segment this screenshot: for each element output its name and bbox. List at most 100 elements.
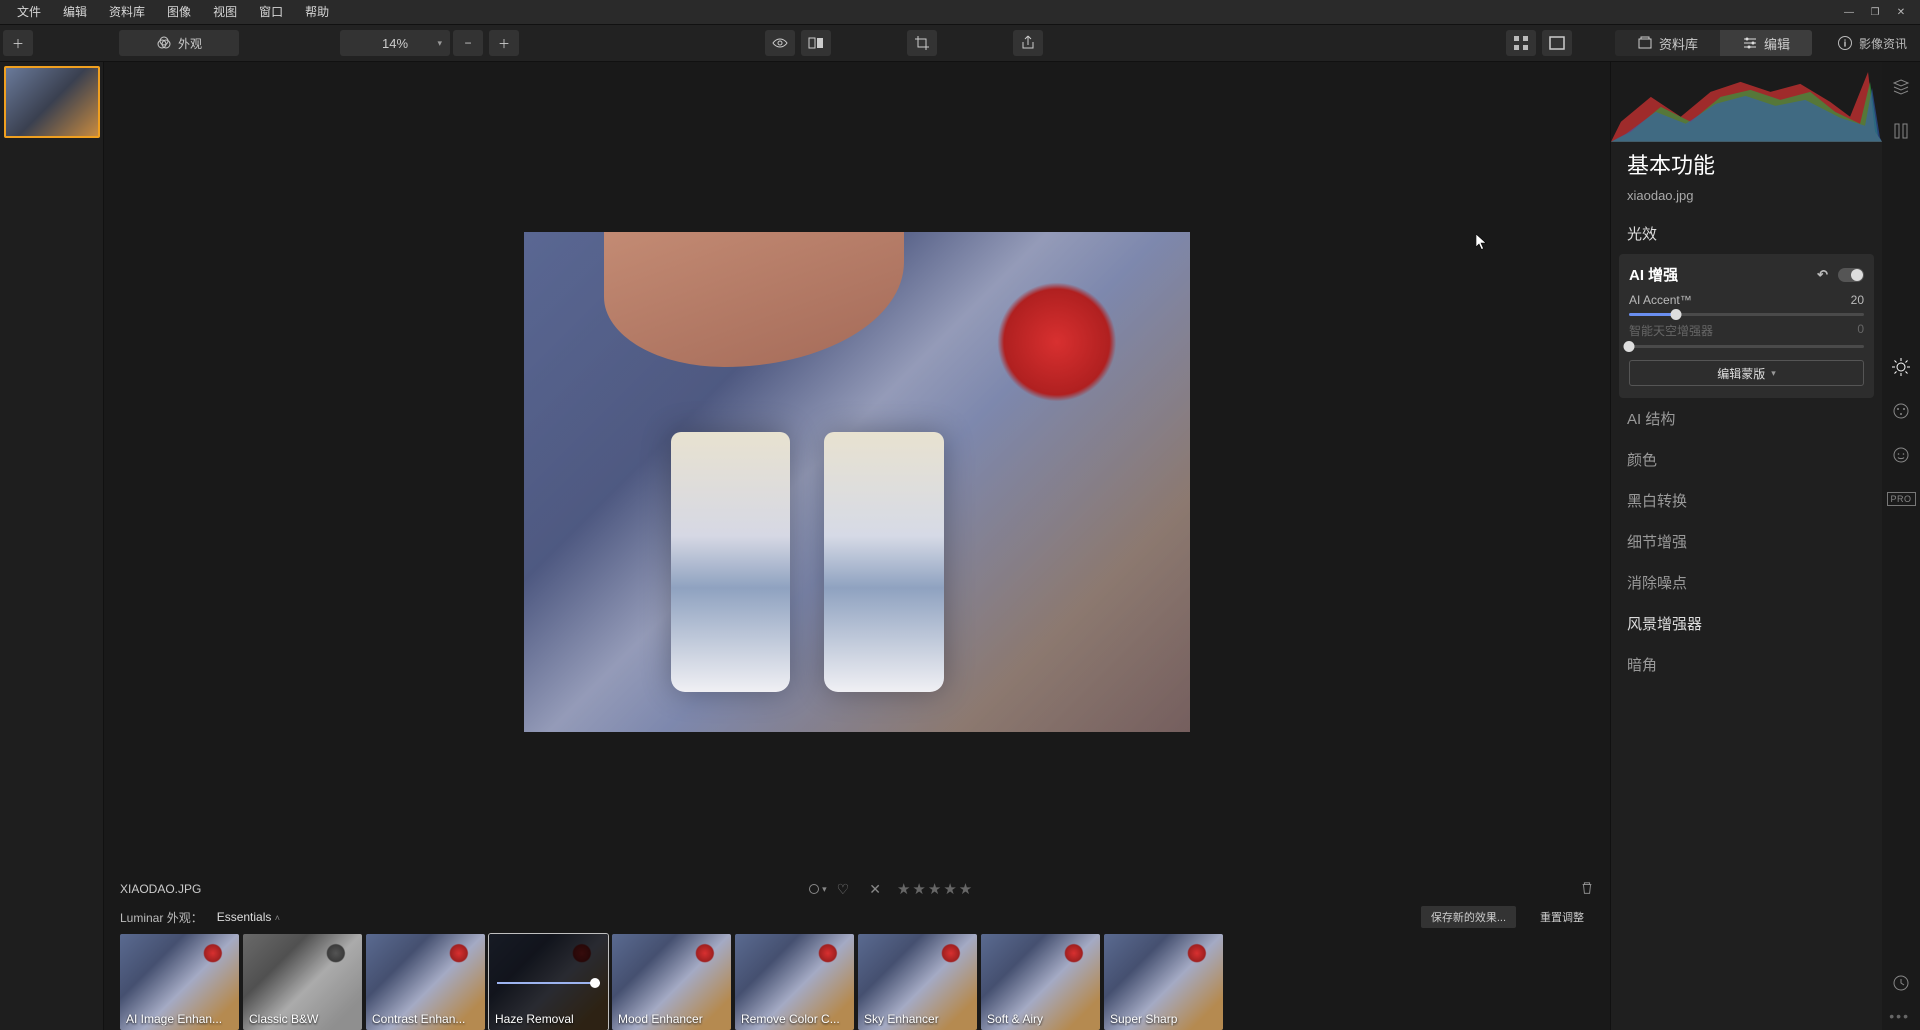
preset-mood-enhancer[interactable]: Mood Enhancer [612, 934, 731, 1030]
menu-view[interactable]: 视图 [202, 0, 248, 24]
star-rating[interactable]: ★ ★ ★ ★ ★ [897, 880, 972, 898]
mode-edit-label: 编辑 [1764, 34, 1790, 53]
tool-ai-structure[interactable]: AI 结构 [1611, 398, 1882, 439]
compare-icon [808, 35, 824, 51]
window-minimize-button[interactable]: — [1836, 0, 1862, 24]
preview-toggle[interactable] [765, 30, 795, 56]
preset-contrast-enhan[interactable]: Contrast Enhan... [366, 934, 485, 1030]
mode-library[interactable]: 资料库 [1615, 30, 1720, 56]
mode-segment: 资料库 编辑 [1615, 30, 1812, 56]
panel-section-title: 基本功能 [1611, 148, 1882, 184]
zoom-select[interactable]: 14% [340, 30, 450, 56]
histogram[interactable] [1611, 62, 1882, 142]
tool-rail: PRO [1882, 62, 1920, 1030]
rail-essentials-icon[interactable] [1890, 356, 1912, 378]
tool-vignette[interactable]: 暗角 [1611, 644, 1882, 685]
window-maximize-button[interactable]: ❐ [1862, 0, 1888, 24]
preset-label: Contrast Enhan... [372, 1012, 479, 1026]
favorite-toggle[interactable]: ♡ [837, 881, 850, 898]
rail-canvas-icon[interactable] [1890, 120, 1912, 142]
preset-super-sharp[interactable]: Super Sharp [1104, 934, 1223, 1030]
preset-classic-b-w[interactable]: Classic B&W [243, 934, 362, 1030]
crop-icon [914, 35, 930, 51]
plus-icon: ＋ [10, 35, 26, 51]
info-icon [1837, 35, 1853, 51]
canvas-column: XIAODAO.JPG ▾ ♡ ✕ ★ ★ ★ ★ ★ Luminar 外观： … [104, 62, 1610, 1030]
rail-layers-icon[interactable] [1890, 76, 1912, 98]
rating-clear[interactable]: ✕ [869, 881, 881, 898]
image-filename: XIAODAO.JPG [120, 882, 201, 896]
tool-enable-toggle[interactable] [1838, 268, 1864, 282]
compare-split-button[interactable] [801, 30, 831, 56]
rail-portrait-icon[interactable] [1890, 444, 1912, 466]
zoom-in-button[interactable]: ＋ [489, 30, 519, 56]
presets-row: AI Image Enhan... Classic B&W Contrast Enh… [104, 930, 1610, 1030]
menu-library[interactable]: 资料库 [98, 0, 156, 24]
presets-category[interactable]: Essentials ˄ [217, 910, 280, 924]
tool-detail[interactable]: 细节增强 [1611, 521, 1882, 562]
preset-label: Super Sharp [1110, 1012, 1217, 1026]
preset-label: Mood Enhancer [618, 1012, 725, 1026]
menu-file[interactable]: 文件 [6, 0, 52, 24]
menu-window[interactable]: 窗口 [248, 0, 294, 24]
star-icon[interactable]: ★ [897, 880, 910, 898]
appearance-button[interactable]: 外观 [119, 30, 239, 56]
undo-icon[interactable]: ↶ [1817, 267, 1828, 283]
star-icon[interactable]: ★ [928, 880, 941, 898]
slider-ai-accent-label: AI Accent™ [1629, 293, 1692, 307]
preset-sky-enhancer[interactable]: Sky Enhancer [858, 934, 977, 1030]
toolbar: ＋ 外观 14% − ＋ [0, 24, 1920, 62]
slider-ai-accent[interactable]: AI Accent™ 20 [1629, 293, 1864, 316]
preset-label: Soft & Airy [987, 1012, 1094, 1026]
filmstrip [0, 62, 104, 1030]
preset-haze-removal[interactable]: Haze Removal [489, 934, 608, 1030]
image-info-bar: XIAODAO.JPG ▾ ♡ ✕ ★ ★ ★ ★ ★ [104, 874, 1610, 904]
rail-creative-icon[interactable] [1890, 400, 1912, 422]
resize-grip-icon: ••• [1889, 1008, 1910, 1024]
preset-label: Classic B&W [249, 1012, 356, 1026]
star-icon[interactable]: ★ [943, 880, 956, 898]
menu-help[interactable]: 帮助 [294, 0, 340, 24]
rail-history-icon[interactable] [1890, 972, 1912, 994]
menu-edit[interactable]: 编辑 [52, 0, 98, 24]
add-button[interactable]: ＋ [3, 30, 33, 56]
single-view-button[interactable] [1542, 30, 1572, 56]
preset-soft-airy[interactable]: Soft & Airy [981, 934, 1100, 1030]
presets-header: Luminar 外观： Essentials ˄ 保存新的效果... 重置调整 [104, 904, 1610, 930]
export-button[interactable] [1013, 30, 1043, 56]
reset-adjustments-button[interactable]: 重置调整 [1530, 906, 1594, 928]
color-label-picker[interactable] [809, 884, 819, 894]
menu-image[interactable]: 图像 [156, 0, 202, 24]
eye-icon [772, 35, 788, 51]
slider-sky-enhancer[interactable]: 智能天空增强器 0 [1629, 322, 1864, 348]
window-close-button[interactable]: ✕ [1888, 0, 1914, 24]
save-look-button[interactable]: 保存新的效果... [1421, 906, 1516, 928]
main-image[interactable] [524, 232, 1190, 732]
preset-ai-image-enhan[interactable]: AI Image Enhan... [120, 934, 239, 1030]
preset-label: AI Image Enhan... [126, 1012, 233, 1026]
star-icon[interactable]: ★ [959, 880, 972, 898]
preset-label: Haze Removal [495, 1012, 602, 1026]
delete-button[interactable] [1580, 881, 1594, 898]
mode-library-label: 资料库 [1659, 34, 1698, 53]
single-icon [1549, 35, 1565, 51]
crop-button[interactable] [907, 30, 937, 56]
tool-ai-enhance-title[interactable]: AI 增强 [1629, 264, 1678, 285]
preset-remove-color-c[interactable]: Remove Color C... [735, 934, 854, 1030]
slider-ai-accent-value: 20 [1851, 293, 1864, 307]
canvas-area[interactable] [104, 62, 1610, 874]
zoom-out-button[interactable]: − [453, 30, 483, 56]
tool-landscape[interactable]: 风景增强器 [1611, 603, 1882, 644]
mode-edit[interactable]: 编辑 [1720, 30, 1812, 56]
tool-bw[interactable]: 黑白转换 [1611, 480, 1882, 521]
tool-color[interactable]: 颜色 [1611, 439, 1882, 480]
tool-denoise[interactable]: 消除噪点 [1611, 562, 1882, 603]
tool-light[interactable]: 光效 [1611, 213, 1882, 254]
star-icon[interactable]: ★ [912, 880, 925, 898]
rail-pro-icon[interactable]: PRO [1890, 488, 1912, 510]
edit-mask-button[interactable]: 编辑蒙版 [1629, 360, 1864, 386]
info-button[interactable]: 影像资讯 [1827, 30, 1917, 56]
sliders-icon [1742, 35, 1758, 51]
filmstrip-thumb-selected[interactable] [4, 66, 100, 138]
grid-view-button[interactable] [1506, 30, 1536, 56]
